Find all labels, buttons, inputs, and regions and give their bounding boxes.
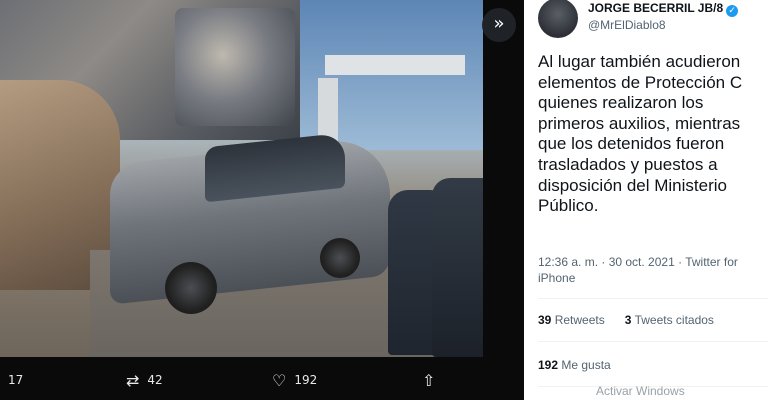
divider	[538, 341, 768, 342]
photo-officer-2	[432, 178, 483, 357]
author-name-text: JORGE BECERRIL JB/8	[588, 1, 724, 15]
double-chevron-right-icon: »	[493, 13, 505, 34]
tweet-photo[interactable]	[0, 0, 483, 357]
tweet-text-line: disposición del Ministerio	[538, 175, 727, 195]
retweet-button[interactable]: ⇄ 42	[126, 360, 163, 400]
verified-badge-icon: ✓	[726, 5, 739, 17]
like-button[interactable]: ♡ 192	[272, 360, 317, 400]
author-name[interactable]: JORGE BECERRIL JB/8 ✓	[588, 1, 739, 17]
quotes-link[interactable]: 3 Tweets citados	[625, 313, 714, 327]
likes-label: Me gusta	[561, 358, 611, 372]
tweet-text-line: Público.	[538, 196, 599, 216]
tweet-text-line: trasladados y puestos a	[538, 154, 718, 174]
tweet-text-line: elementos de Protección C	[538, 72, 743, 92]
photo-graffiti	[175, 8, 295, 126]
reply-button[interactable]: 17	[0, 360, 23, 400]
engagement-stats: 39 Retweets 3 Tweets citados	[538, 313, 714, 327]
retweet-icon: ⇄	[126, 370, 140, 390]
retweets-count: 39	[538, 313, 552, 327]
retweets-link[interactable]: 39 Retweets	[538, 313, 605, 327]
likes-count: 192	[538, 358, 559, 372]
photo-wheel-rear	[320, 238, 360, 278]
quotes-label: Tweets citados	[634, 313, 714, 327]
media-viewer: » 17 ⇄ 42 ♡ 192 ⇧	[0, 0, 524, 400]
tweet-text-line: quienes realizaron los	[538, 93, 704, 113]
tweet-action-bar: 17 ⇄ 42 ♡ 192 ⇧	[0, 360, 524, 400]
source-text: iPhone	[538, 271, 576, 285]
share-button[interactable]: ⇧	[422, 360, 435, 400]
windows-activation-watermark: Activar Windows	[596, 384, 685, 398]
divider	[538, 298, 768, 299]
like-count: 192	[294, 373, 318, 387]
retweet-count: 42	[147, 373, 163, 387]
reply-count: 17	[8, 373, 24, 387]
heart-icon: ♡	[272, 370, 287, 390]
timestamp-text: 12:36 a. m. · 30 oct. 2021 · Twitter for	[538, 255, 738, 269]
quotes-count: 3	[624, 313, 632, 327]
tweet-detail-panel: JORGE BECERRIL JB/8 ✓ @MrElDiablo8 Al lug…	[524, 0, 768, 400]
tweet-text-line: que los detenidos fueron	[538, 134, 725, 154]
photo-wheel-front	[165, 262, 217, 314]
author-handle[interactable]: @MrElDiablo8	[588, 18, 666, 32]
tweet-text-line: primeros auxilios, mientras	[538, 113, 741, 133]
photo-road-sign-gantry	[325, 55, 465, 75]
likes-link[interactable]: 192 Me gusta	[538, 358, 611, 372]
avatar[interactable]	[538, 0, 578, 38]
tweet-timestamp[interactable]: 12:36 a. m. · 30 oct. 2021 · Twitter for…	[538, 254, 768, 286]
tweet-text: Al lugar también acudieron elementos de …	[538, 52, 768, 217]
retweets-label: Retweets	[554, 313, 605, 327]
tweet-text-line: Al lugar también acudieron	[538, 52, 741, 71]
share-icon: ⇧	[422, 370, 436, 390]
expand-panel-button[interactable]: »	[482, 8, 516, 42]
